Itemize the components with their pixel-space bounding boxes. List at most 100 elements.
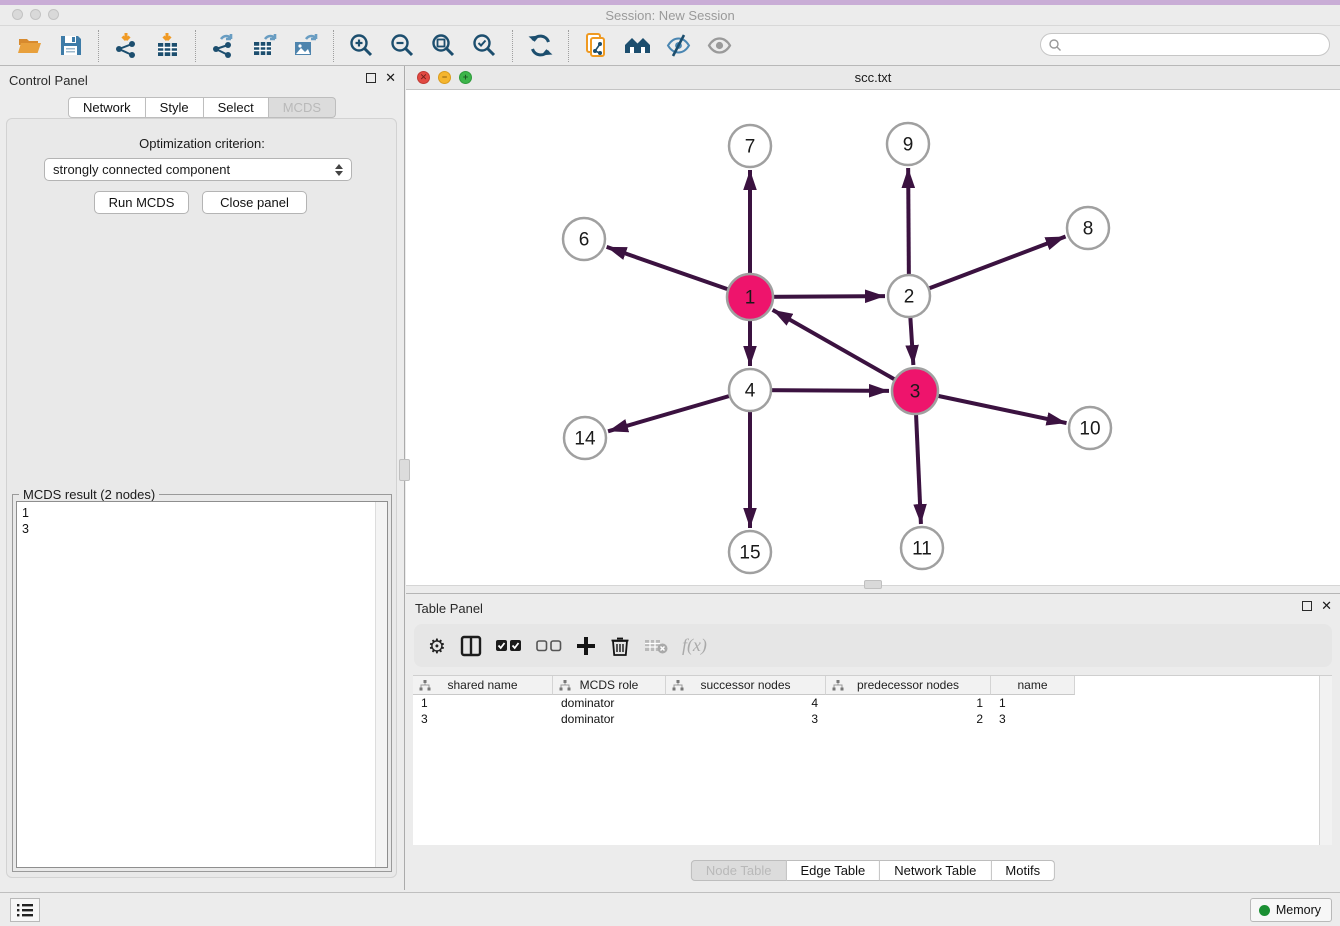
export-image-icon[interactable]	[292, 32, 319, 59]
import-table-icon[interactable]	[154, 32, 181, 59]
open-file-icon[interactable]	[16, 32, 43, 59]
column-header-MCDS-role[interactable]: MCDS role	[553, 676, 666, 695]
cell-MCDS-role[interactable]: dominator	[553, 695, 666, 711]
import-network-icon[interactable]	[113, 32, 140, 59]
table-header-row: shared nameMCDS rolesuccessor nodesprede…	[413, 676, 1075, 695]
mcds-result-textarea[interactable]: 1 3	[16, 501, 388, 868]
float-panel-icon[interactable]	[366, 73, 376, 83]
run-mcds-button[interactable]: Run MCDS	[94, 191, 189, 214]
toolbar-separator	[98, 30, 99, 62]
tab-mcds[interactable]: MCDS	[269, 97, 336, 118]
cell-name[interactable]: 1	[991, 695, 1075, 711]
node-label-2: 2	[904, 287, 915, 308]
save-session-icon[interactable]	[57, 32, 84, 59]
zoom-out-icon[interactable]	[389, 32, 416, 59]
toolbar-separator	[195, 30, 196, 62]
app-title: Session: New Session	[0, 8, 1340, 23]
search-input[interactable]	[1067, 38, 1329, 52]
close-panel-icon[interactable]: ✕	[385, 72, 396, 84]
node-label-6: 6	[579, 230, 590, 251]
network-window-title: scc.txt	[406, 70, 1340, 85]
tab-network-table[interactable]: Network Table	[880, 860, 991, 881]
table-body: 1dominator4113dominator323	[413, 695, 1332, 845]
column-header-predecessor-nodes[interactable]: predecessor nodes	[826, 676, 991, 695]
tab-select[interactable]: Select	[204, 97, 269, 118]
cell-shared-name[interactable]: 1	[413, 695, 553, 711]
deselect-all-columns-icon[interactable]	[536, 633, 562, 659]
column-header-successor-nodes[interactable]: successor nodes	[666, 676, 826, 695]
node-label-11: 11	[912, 539, 932, 560]
edge-2-8[interactable]	[909, 237, 1066, 296]
hide-selected-eye-icon[interactable]	[665, 32, 692, 59]
column-type-icon	[672, 680, 684, 691]
cell-shared-name[interactable]: 3	[413, 711, 553, 727]
cell-predecessor-nodes[interactable]: 2	[826, 711, 991, 727]
network-graph[interactable]: 7968124314101511	[406, 90, 1340, 585]
column-header-shared-name[interactable]: shared name	[413, 676, 553, 695]
show-all-eye-icon[interactable]	[706, 32, 733, 59]
cell-successor-nodes[interactable]: 4	[666, 695, 826, 711]
search-field[interactable]	[1040, 33, 1330, 56]
cell-name[interactable]: 3	[991, 711, 1075, 727]
mcds-result-scrollbar[interactable]	[375, 502, 387, 867]
memory-button[interactable]: Memory	[1250, 898, 1332, 922]
node-label-4: 4	[745, 381, 756, 402]
function-builder-icon[interactable]: f(x)	[682, 633, 707, 659]
float-table-panel-icon[interactable]	[1302, 601, 1312, 611]
tab-style[interactable]: Style	[146, 97, 204, 118]
node-label-3: 3	[910, 382, 921, 403]
delete-column-trash-icon[interactable]	[610, 633, 630, 659]
delete-table-icon[interactable]	[644, 633, 668, 659]
table-panel-title: Table Panel	[415, 601, 483, 616]
status-bar: Memory	[0, 892, 1340, 926]
node-label-8: 8	[1083, 219, 1094, 240]
control-panel-title: Control Panel	[9, 73, 88, 88]
tab-node-table[interactable]: Node Table	[691, 860, 787, 881]
node-table: shared nameMCDS rolesuccessor nodesprede…	[413, 675, 1332, 845]
table-panel: Table Panel ✕ ⚙ f(x) shared nameMCDS rol…	[406, 593, 1340, 890]
column-type-icon	[559, 680, 571, 691]
export-network-icon[interactable]	[210, 32, 237, 59]
node-label-7: 7	[745, 137, 756, 158]
tab-network[interactable]: Network	[68, 97, 146, 118]
cell-predecessor-nodes[interactable]: 1	[826, 695, 991, 711]
node-label-9: 9	[903, 135, 914, 156]
vertical-splitter-grip[interactable]	[399, 459, 410, 481]
network-window-bottom-bar	[406, 585, 1340, 593]
horizontal-splitter-grip[interactable]	[864, 580, 882, 589]
export-table-icon[interactable]	[251, 32, 278, 59]
table-options-gear-icon[interactable]: ⚙	[428, 633, 446, 659]
control-panel-header: Control Panel ✕	[0, 66, 404, 94]
tab-edge-table[interactable]: Edge Table	[786, 860, 880, 881]
zoom-fit-icon[interactable]	[430, 32, 457, 59]
table-scrollbar[interactable]	[1319, 676, 1332, 845]
select-all-columns-icon[interactable]	[496, 633, 522, 659]
cell-MCDS-role[interactable]: dominator	[553, 711, 666, 727]
main-toolbar	[0, 26, 1340, 66]
node-label-10: 10	[1079, 419, 1100, 440]
edge-3-1[interactable]	[773, 310, 915, 391]
node-label-15: 15	[739, 543, 760, 564]
table-row[interactable]: 1dominator411	[413, 695, 1332, 711]
create-column-plus-icon[interactable]	[576, 633, 596, 659]
network-window-titlebar[interactable]: ✕ − + scc.txt	[406, 66, 1340, 90]
memory-status-icon	[1259, 905, 1270, 916]
task-history-button[interactable]	[10, 898, 40, 922]
apply-layout-icon[interactable]	[527, 32, 554, 59]
tab-motifs[interactable]: Motifs	[991, 860, 1055, 881]
close-panel-button[interactable]: Close panel	[202, 191, 307, 214]
zoom-in-icon[interactable]	[348, 32, 375, 59]
show-columns-icon[interactable]	[460, 633, 482, 659]
app-titlebar: Session: New Session	[0, 0, 1340, 26]
first-neighbors-icon[interactable]	[583, 32, 610, 59]
network-canvas[interactable]: 7968124314101511	[406, 90, 1340, 585]
column-header-name[interactable]: name	[991, 676, 1075, 695]
zoom-selected-icon[interactable]	[471, 32, 498, 59]
dropdown-value: strongly connected component	[53, 162, 230, 177]
close-table-panel-icon[interactable]: ✕	[1321, 600, 1332, 612]
home-icon[interactable]	[624, 32, 651, 59]
search-icon	[1048, 38, 1062, 52]
cell-successor-nodes[interactable]: 3	[666, 711, 826, 727]
optimization-criterion-dropdown[interactable]: strongly connected component	[44, 158, 352, 181]
table-row[interactable]: 3dominator323	[413, 711, 1332, 727]
